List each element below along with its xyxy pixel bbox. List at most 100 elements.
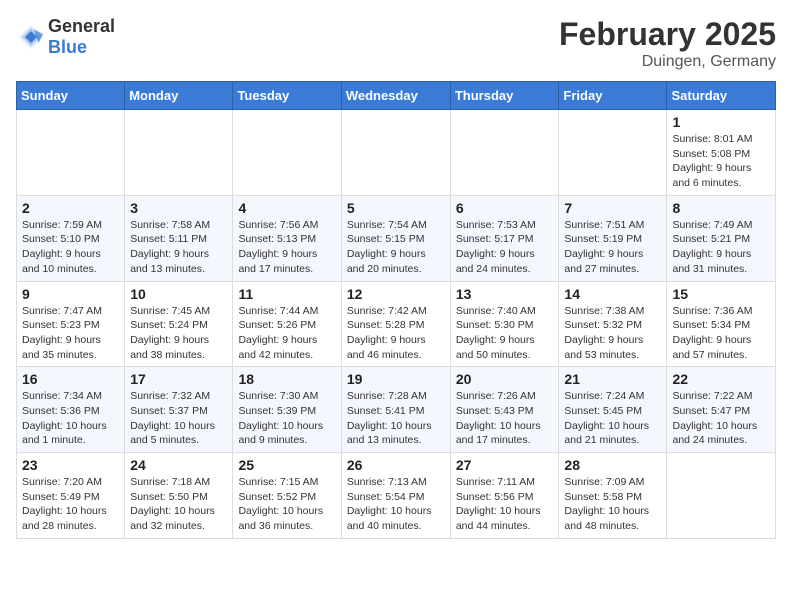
calendar-cell: 23Sunrise: 7:20 AM Sunset: 5:49 PM Dayli… bbox=[17, 453, 125, 539]
day-info: Sunrise: 7:58 AM Sunset: 5:11 PM Dayligh… bbox=[130, 218, 227, 277]
calendar-cell: 13 Sunrise: 7:40 AM Sunset: 5:30 PM Dayli… bbox=[450, 281, 559, 367]
day-info: Sunrise: 7:28 AM Sunset: 5:41 PM Dayligh… bbox=[347, 389, 445, 448]
day-number: 3 bbox=[130, 200, 227, 216]
calendar-table: SundayMondayTuesdayWednesdayThursdayFrid… bbox=[16, 81, 776, 539]
month-title: February 2025 bbox=[559, 16, 776, 53]
day-info: Sunrise: 7:26 AM Sunset: 5:43 PM Dayligh… bbox=[456, 389, 554, 448]
calendar-cell: 16 Sunrise: 7:34 AM Sunset: 5:36 PM Dayli… bbox=[17, 367, 125, 453]
day-info: Sunrise: 8:01 AM Sunset: 5:08 PM Dayligh… bbox=[672, 132, 770, 191]
day-number: 2 bbox=[22, 200, 119, 216]
day-number: 7 bbox=[564, 200, 661, 216]
day-number: 9 bbox=[22, 286, 119, 302]
day-info: Sunrise: 7:49 AM Sunset: 5:21 PM Dayligh… bbox=[672, 218, 770, 277]
day-info: Sunrise: 7:11 AM Sunset: 5:56 PM Dayligh… bbox=[456, 475, 554, 534]
day-number: 6 bbox=[456, 200, 554, 216]
day-number: 21 bbox=[564, 371, 661, 387]
calendar-cell: 18 Sunrise: 7:30 AM Sunset: 5:39 PM Dayli… bbox=[233, 367, 341, 453]
calendar-cell: 5Sunrise: 7:54 AM Sunset: 5:15 PM Daylig… bbox=[341, 195, 450, 281]
calendar-cell: 17 Sunrise: 7:32 AM Sunset: 5:37 PM Dayli… bbox=[125, 367, 233, 453]
weekday-header-row: SundayMondayTuesdayWednesdayThursdayFrid… bbox=[17, 82, 776, 110]
day-number: 5 bbox=[347, 200, 445, 216]
day-number: 16 bbox=[22, 371, 119, 387]
day-number: 14 bbox=[564, 286, 661, 302]
calendar-cell: 11Sunrise: 7:44 AM Sunset: 5:26 PM Dayli… bbox=[233, 281, 341, 367]
day-info: Sunrise: 7:34 AM Sunset: 5:36 PM Dayligh… bbox=[22, 389, 119, 448]
day-info: Sunrise: 7:36 AM Sunset: 5:34 PM Dayligh… bbox=[672, 304, 770, 363]
title-block: February 2025 Duingen, Germany bbox=[559, 16, 776, 71]
weekday-header-saturday: Saturday bbox=[667, 82, 776, 110]
day-info: Sunrise: 7:13 AM Sunset: 5:54 PM Dayligh… bbox=[347, 475, 445, 534]
day-number: 4 bbox=[238, 200, 335, 216]
calendar-week-row: 2 Sunrise: 7:59 AM Sunset: 5:10 PM Daylig… bbox=[17, 195, 776, 281]
calendar-cell: 25 Sunrise: 7:15 AM Sunset: 5:52 PM Dayli… bbox=[233, 453, 341, 539]
day-number: 27 bbox=[456, 457, 554, 473]
day-info: Sunrise: 7:09 AM Sunset: 5:58 PM Dayligh… bbox=[564, 475, 661, 534]
calendar-week-row: 1 Sunrise: 8:01 AM Sunset: 5:08 PM Daylig… bbox=[17, 110, 776, 196]
calendar-cell: 19 Sunrise: 7:28 AM Sunset: 5:41 PM Dayli… bbox=[341, 367, 450, 453]
calendar-cell: 22 Sunrise: 7:22 AM Sunset: 5:47 PM Dayli… bbox=[667, 367, 776, 453]
day-number: 18 bbox=[238, 371, 335, 387]
calendar-cell: 8 Sunrise: 7:49 AM Sunset: 5:21 PM Daylig… bbox=[667, 195, 776, 281]
calendar-cell: 10 Sunrise: 7:45 AM Sunset: 5:24 PM Dayli… bbox=[125, 281, 233, 367]
calendar-cell: 28 Sunrise: 7:09 AM Sunset: 5:58 PM Dayli… bbox=[559, 453, 667, 539]
calendar-cell bbox=[341, 110, 450, 196]
day-number: 19 bbox=[347, 371, 445, 387]
calendar-cell: 9 Sunrise: 7:47 AM Sunset: 5:23 PM Daylig… bbox=[17, 281, 125, 367]
day-info: Sunrise: 7:24 AM Sunset: 5:45 PM Dayligh… bbox=[564, 389, 661, 448]
day-info: Sunrise: 7:32 AM Sunset: 5:37 PM Dayligh… bbox=[130, 389, 227, 448]
day-info: Sunrise: 7:22 AM Sunset: 5:47 PM Dayligh… bbox=[672, 389, 770, 448]
calendar-cell: 1 Sunrise: 8:01 AM Sunset: 5:08 PM Daylig… bbox=[667, 110, 776, 196]
day-number: 10 bbox=[130, 286, 227, 302]
day-number: 26 bbox=[347, 457, 445, 473]
calendar-cell: 3 Sunrise: 7:58 AM Sunset: 5:11 PM Daylig… bbox=[125, 195, 233, 281]
day-number: 13 bbox=[456, 286, 554, 302]
day-info: Sunrise: 7:42 AM Sunset: 5:28 PM Dayligh… bbox=[347, 304, 445, 363]
logo: General Blue bbox=[16, 16, 115, 58]
day-number: 15 bbox=[672, 286, 770, 302]
day-number: 8 bbox=[672, 200, 770, 216]
calendar-cell bbox=[17, 110, 125, 196]
calendar-cell: 26 Sunrise: 7:13 AM Sunset: 5:54 PM Dayli… bbox=[341, 453, 450, 539]
weekday-header-sunday: Sunday bbox=[17, 82, 125, 110]
calendar-cell: 24 Sunrise: 7:18 AM Sunset: 5:50 PM Dayli… bbox=[125, 453, 233, 539]
calendar-cell: 21 Sunrise: 7:24 AM Sunset: 5:45 PM Dayli… bbox=[559, 367, 667, 453]
logo-general: General bbox=[48, 16, 115, 36]
logo-blue: Blue bbox=[48, 37, 87, 57]
day-info: Sunrise: 7:15 AM Sunset: 5:52 PM Dayligh… bbox=[238, 475, 335, 534]
day-number: 24 bbox=[130, 457, 227, 473]
location-title: Duingen, Germany bbox=[559, 53, 776, 71]
weekday-header-monday: Monday bbox=[125, 82, 233, 110]
calendar-cell bbox=[667, 453, 776, 539]
day-info: Sunrise: 7:18 AM Sunset: 5:50 PM Dayligh… bbox=[130, 475, 227, 534]
calendar-cell: 7 Sunrise: 7:51 AM Sunset: 5:19 PM Daylig… bbox=[559, 195, 667, 281]
calendar-cell bbox=[559, 110, 667, 196]
weekday-header-tuesday: Tuesday bbox=[233, 82, 341, 110]
logo-icon bbox=[16, 22, 46, 52]
day-info: Sunrise: 7:38 AM Sunset: 5:32 PM Dayligh… bbox=[564, 304, 661, 363]
calendar-cell: 15 Sunrise: 7:36 AM Sunset: 5:34 PM Dayli… bbox=[667, 281, 776, 367]
day-number: 25 bbox=[238, 457, 335, 473]
day-number: 12 bbox=[347, 286, 445, 302]
day-number: 17 bbox=[130, 371, 227, 387]
calendar-cell: 6 Sunrise: 7:53 AM Sunset: 5:17 PM Daylig… bbox=[450, 195, 559, 281]
weekday-header-wednesday: Wednesday bbox=[341, 82, 450, 110]
day-number: 1 bbox=[672, 114, 770, 130]
calendar-week-row: 16 Sunrise: 7:34 AM Sunset: 5:36 PM Dayli… bbox=[17, 367, 776, 453]
calendar-cell bbox=[233, 110, 341, 196]
day-info: Sunrise: 7:20 AM Sunset: 5:49 PM Dayligh… bbox=[22, 475, 119, 534]
day-info: Sunrise: 7:30 AM Sunset: 5:39 PM Dayligh… bbox=[238, 389, 335, 448]
calendar-cell: 12 Sunrise: 7:42 AM Sunset: 5:28 PM Dayli… bbox=[341, 281, 450, 367]
day-info: Sunrise: 7:45 AM Sunset: 5:24 PM Dayligh… bbox=[130, 304, 227, 363]
day-info: Sunrise: 7:51 AM Sunset: 5:19 PM Dayligh… bbox=[564, 218, 661, 277]
day-info: Sunrise: 7:47 AM Sunset: 5:23 PM Dayligh… bbox=[22, 304, 119, 363]
day-info: Sunrise: 7:40 AM Sunset: 5:30 PM Dayligh… bbox=[456, 304, 554, 363]
calendar-week-row: 9 Sunrise: 7:47 AM Sunset: 5:23 PM Daylig… bbox=[17, 281, 776, 367]
weekday-header-thursday: Thursday bbox=[450, 82, 559, 110]
day-info: Sunrise: 7:59 AM Sunset: 5:10 PM Dayligh… bbox=[22, 218, 119, 277]
day-number: 28 bbox=[564, 457, 661, 473]
day-info: Sunrise: 7:53 AM Sunset: 5:17 PM Dayligh… bbox=[456, 218, 554, 277]
calendar-cell: 4Sunrise: 7:56 AM Sunset: 5:13 PM Daylig… bbox=[233, 195, 341, 281]
day-number: 11 bbox=[238, 286, 335, 302]
day-number: 22 bbox=[672, 371, 770, 387]
calendar-week-row: 23Sunrise: 7:20 AM Sunset: 5:49 PM Dayli… bbox=[17, 453, 776, 539]
